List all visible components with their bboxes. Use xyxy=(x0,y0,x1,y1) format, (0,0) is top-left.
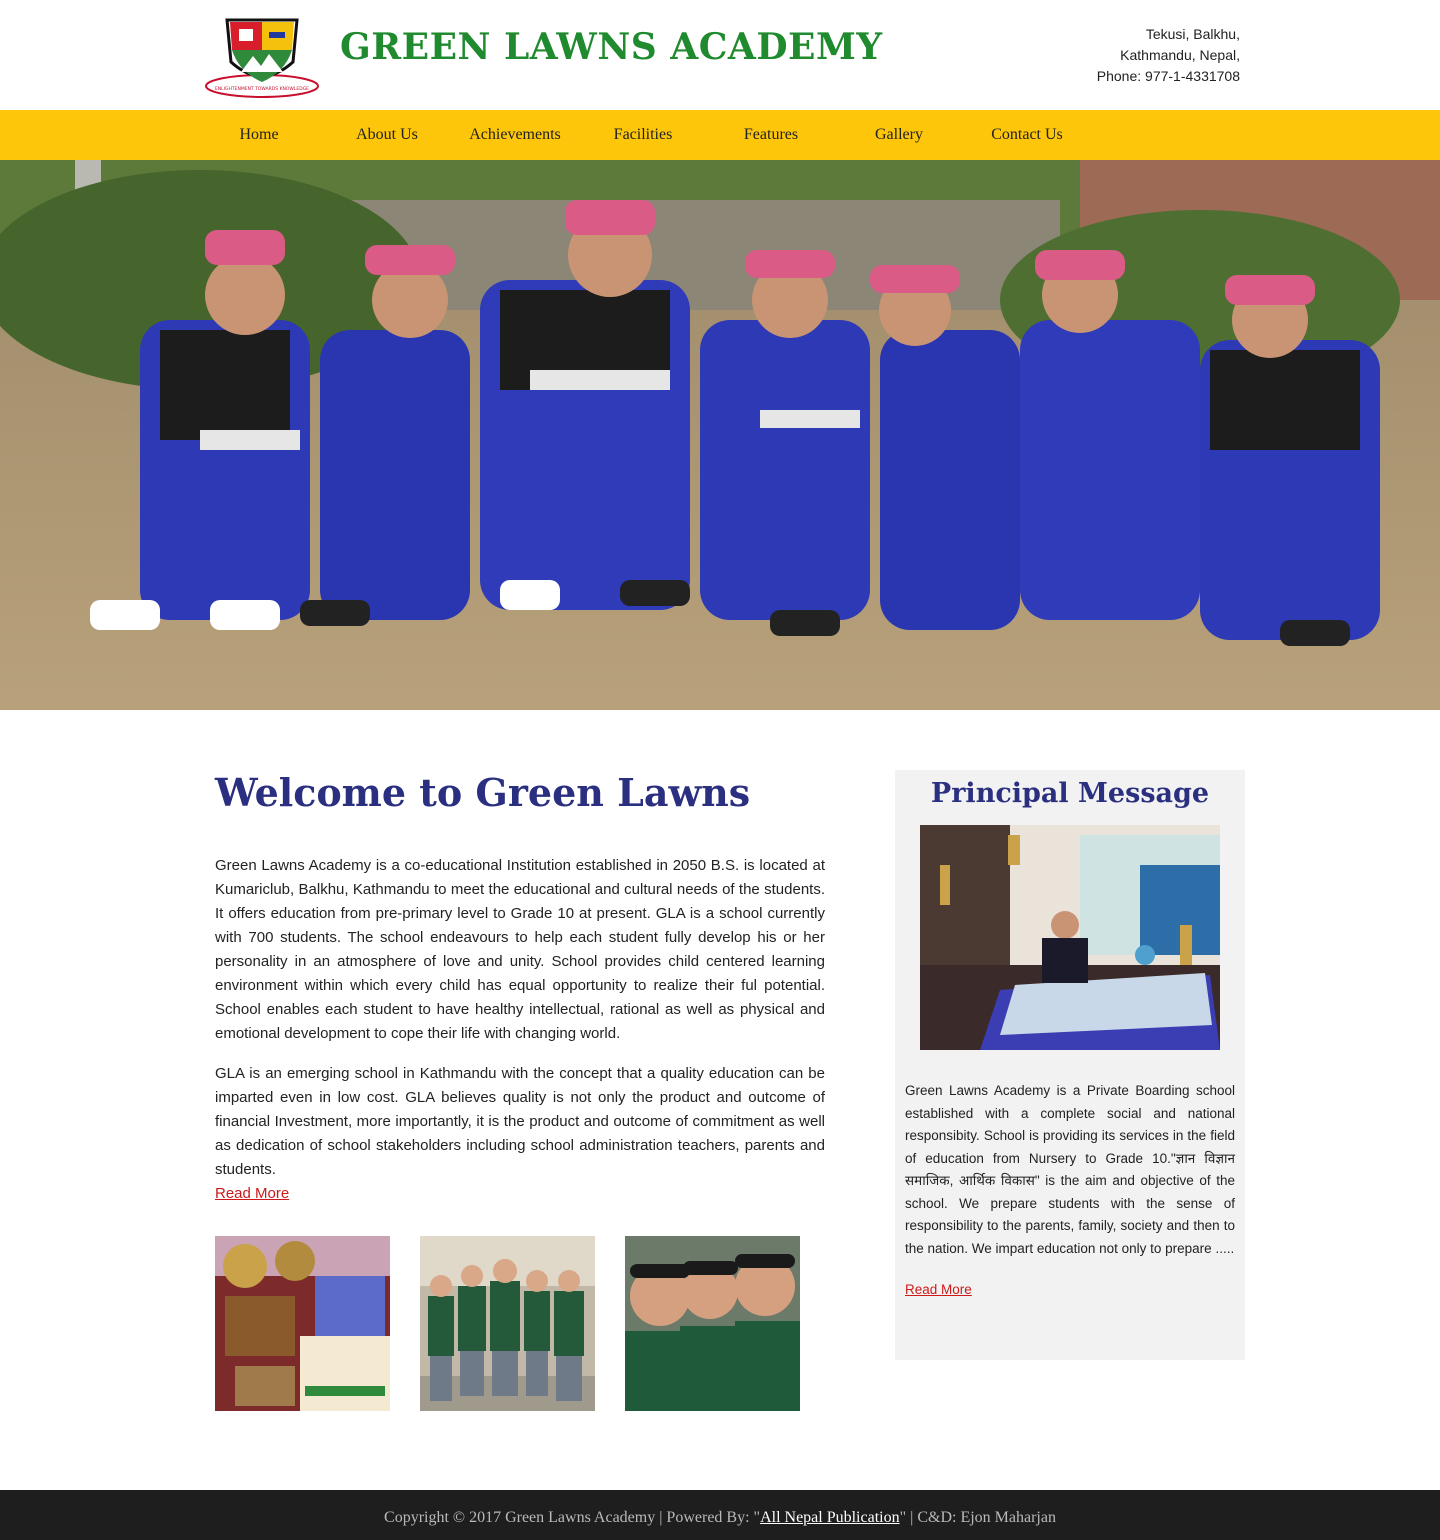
gallery-thumbnail-students-closeup[interactable] xyxy=(625,1236,800,1411)
principal-message-heading: Principal Message xyxy=(930,778,1210,809)
principal-message-panel: Principal Message Green Lawns Academy is… xyxy=(895,770,1245,1360)
site-title[interactable]: GREEN LAWNS ACADEMY xyxy=(340,26,883,68)
phone-number: Phone: 977-1-4331708 xyxy=(1096,68,1240,84)
nav-contact-us[interactable]: Contact Us xyxy=(963,110,1091,160)
gallery-thumbnail-awards[interactable] xyxy=(215,1236,390,1411)
principal-message-text: Green Lawns Academy is a Private Boardin… xyxy=(905,1083,1235,1256)
nav-about-us[interactable]: About Us xyxy=(323,110,451,160)
school-logo-icon[interactable]: ENLIGHTENMENT TOWARDS KNOWLEDGE xyxy=(205,12,320,100)
address-line-1: Tekusi, Balkhu, xyxy=(1145,26,1240,42)
site-footer: Copyright © 2017 Green Lawns Academy | P… xyxy=(0,1490,1440,1540)
nav-features[interactable]: Features xyxy=(707,110,835,160)
footer-copyright: Copyright © 2017 Green Lawns Academy | P… xyxy=(384,1509,761,1526)
footer-credits: " | C&D: Ejon Maharjan xyxy=(899,1509,1056,1526)
welcome-paragraph-2: GLA is an emerging school in Kathmandu w… xyxy=(215,1065,825,1178)
nav-achievements[interactable]: Achievements xyxy=(451,110,579,160)
nav-gallery[interactable]: Gallery xyxy=(835,110,963,160)
logo-motto: ENLIGHTENMENT TOWARDS KNOWLEDGE xyxy=(215,86,309,92)
address-line-2: Kathmandu, Nepal, xyxy=(1120,47,1240,63)
footer-publisher-link[interactable]: All Nepal Publication xyxy=(760,1509,900,1526)
contact-address: Tekusi, Balkhu, Kathmandu, Nepal, Phone:… xyxy=(1097,24,1240,87)
welcome-paragraph-1: Green Lawns Academy is a co-educational … xyxy=(215,857,825,1042)
hero-banner-image xyxy=(0,160,1440,710)
welcome-read-more-link[interactable]: Read More xyxy=(215,1182,289,1206)
gallery-thumbnail-students-group[interactable] xyxy=(420,1236,595,1411)
principal-read-more-link[interactable]: Read More xyxy=(905,1282,972,1297)
welcome-heading: Welcome to Green Lawns xyxy=(215,770,751,815)
nav-facilities[interactable]: Facilities xyxy=(579,110,707,160)
main-navigation: Home About Us Achievements Facilities Fe… xyxy=(0,110,1440,160)
principal-photo xyxy=(920,825,1220,1050)
nav-home[interactable]: Home xyxy=(195,110,323,160)
site-header: ENLIGHTENMENT TOWARDS KNOWLEDGE GREEN LA… xyxy=(0,0,1440,110)
